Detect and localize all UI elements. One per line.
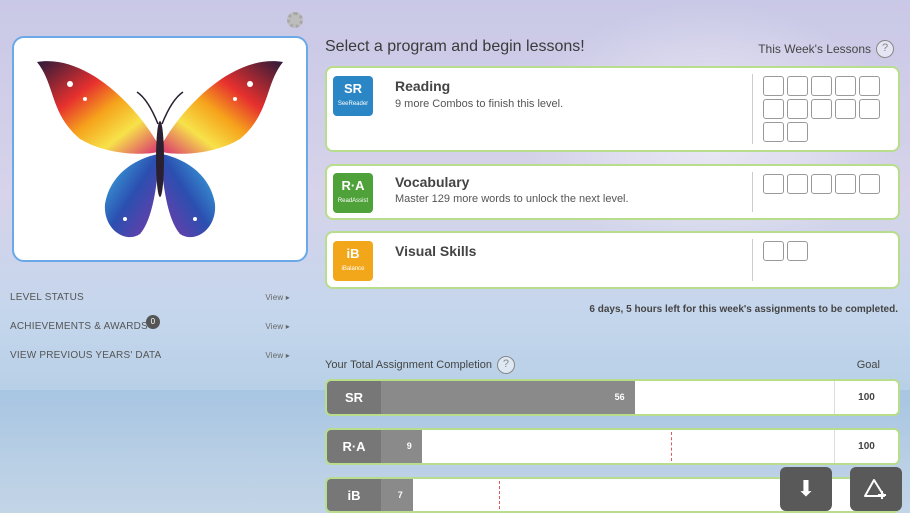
help-icon[interactable]: ? bbox=[496, 356, 515, 374]
visual-skills-logo-icon: iB bbox=[327, 479, 381, 511]
deadline-text: 6 days, 5 hours left for this week's ass… bbox=[589, 304, 898, 315]
vocabulary-logo-icon: R·A ReadAssist bbox=[333, 173, 373, 213]
lesson-box bbox=[835, 76, 856, 96]
lesson-box bbox=[787, 99, 808, 119]
lesson-box bbox=[763, 174, 784, 194]
progress-value: 7 bbox=[397, 490, 403, 500]
completion-title: Your Total Assignment Completion ? bbox=[325, 356, 515, 374]
program-card-reading[interactable]: SR SeeReader Reading 9 more Combos to fin… bbox=[325, 66, 900, 152]
sidebar-item-label: ACHIEVEMENTS & AWARDS bbox=[10, 321, 148, 332]
progress-track: 9 bbox=[381, 430, 834, 463]
divider bbox=[752, 172, 753, 212]
lesson-box bbox=[787, 241, 808, 261]
target-marker bbox=[670, 432, 672, 461]
achievements-badge: 0 bbox=[145, 315, 160, 329]
program-card-visual-skills[interactable]: iB iBalance Visual Skills bbox=[325, 231, 900, 289]
lesson-box bbox=[811, 174, 832, 194]
lesson-boxes bbox=[763, 76, 893, 142]
progress-track: 56 bbox=[381, 381, 834, 414]
lesson-box bbox=[763, 122, 784, 142]
progress-fill: 56 bbox=[381, 381, 635, 414]
status-list: LEVEL STATUS View ▸ ACHIEVEMENTS & AWARD… bbox=[10, 283, 290, 370]
sidebar-item-label-wrap: ACHIEVEMENTS & AWARDS 0 bbox=[10, 315, 160, 332]
program-name: Vocabulary bbox=[395, 174, 470, 190]
lesson-box bbox=[811, 76, 832, 96]
progress-fill: 7 bbox=[381, 479, 413, 511]
butterfly-image bbox=[37, 61, 283, 238]
completion-row-reading: SR 56 100 bbox=[325, 379, 900, 416]
week-lessons-label: This Week's Lessons ? bbox=[758, 40, 894, 58]
goal-value: 100 bbox=[834, 430, 898, 463]
lesson-box bbox=[811, 99, 832, 119]
view-link[interactable]: View ▸ bbox=[265, 322, 290, 331]
lesson-box bbox=[763, 76, 784, 96]
download-button[interactable]: ⬇ bbox=[780, 467, 832, 511]
lesson-box bbox=[763, 99, 784, 119]
sidebar-item-previous-years[interactable]: VIEW PREVIOUS YEARS' DATA View ▸ bbox=[10, 341, 290, 370]
lesson-box bbox=[859, 99, 880, 119]
lesson-box bbox=[835, 174, 856, 194]
lesson-box bbox=[787, 122, 808, 142]
reading-logo-icon: SR bbox=[327, 381, 381, 414]
completion-row-vocabulary: R·A 9 100 bbox=[325, 428, 900, 465]
lesson-box bbox=[763, 241, 784, 261]
goal-header: Goal bbox=[856, 359, 880, 371]
lesson-box bbox=[859, 76, 880, 96]
view-link[interactable]: View ▸ bbox=[265, 351, 290, 360]
help-icon[interactable]: ? bbox=[876, 40, 894, 58]
progress-value: 56 bbox=[614, 392, 625, 402]
program-description: 9 more Combos to finish this level. bbox=[395, 98, 564, 110]
lesson-boxes bbox=[763, 174, 893, 194]
completion-title-text: Your Total Assignment Completion bbox=[325, 359, 492, 371]
reading-logo-icon: SR SeeReader bbox=[333, 76, 373, 116]
progress-value: 9 bbox=[406, 441, 412, 451]
program-name: Reading bbox=[395, 78, 451, 94]
lesson-boxes bbox=[763, 241, 893, 261]
lesson-box bbox=[859, 174, 880, 194]
divider bbox=[752, 74, 753, 144]
triangle-plus-icon bbox=[864, 479, 886, 499]
progress-track: 7 bbox=[381, 479, 834, 511]
lesson-box bbox=[835, 99, 856, 119]
sidebar-item-level-status[interactable]: LEVEL STATUS View ▸ bbox=[10, 283, 290, 312]
visual-skills-logo-icon: iB iBalance bbox=[333, 241, 373, 281]
sidebar-item-achievements[interactable]: ACHIEVEMENTS & AWARDS 0 View ▸ bbox=[10, 312, 290, 341]
share-button[interactable] bbox=[850, 467, 902, 511]
program-description: Master 129 more words to unlock the next… bbox=[395, 193, 629, 205]
target-marker bbox=[498, 481, 500, 509]
view-link[interactable]: View ▸ bbox=[265, 293, 290, 302]
download-icon: ⬇ bbox=[796, 476, 816, 501]
sidebar-item-label: LEVEL STATUS bbox=[10, 292, 84, 303]
divider bbox=[752, 239, 753, 281]
progress-fill: 9 bbox=[381, 430, 422, 463]
goal-value: 100 bbox=[834, 381, 898, 414]
avatar-card bbox=[12, 36, 308, 262]
program-name: Visual Skills bbox=[395, 243, 477, 259]
page-title: Select a program and begin lessons! bbox=[325, 38, 585, 55]
gear-icon[interactable] bbox=[287, 12, 303, 28]
lesson-box bbox=[787, 174, 808, 194]
program-card-vocabulary[interactable]: R·A ReadAssist Vocabulary Master 129 more… bbox=[325, 164, 900, 220]
lesson-box bbox=[787, 76, 808, 96]
vocabulary-logo-icon: R·A bbox=[327, 430, 381, 463]
sidebar-item-label: VIEW PREVIOUS YEARS' DATA bbox=[10, 350, 162, 361]
week-lessons-text: This Week's Lessons bbox=[758, 42, 871, 56]
